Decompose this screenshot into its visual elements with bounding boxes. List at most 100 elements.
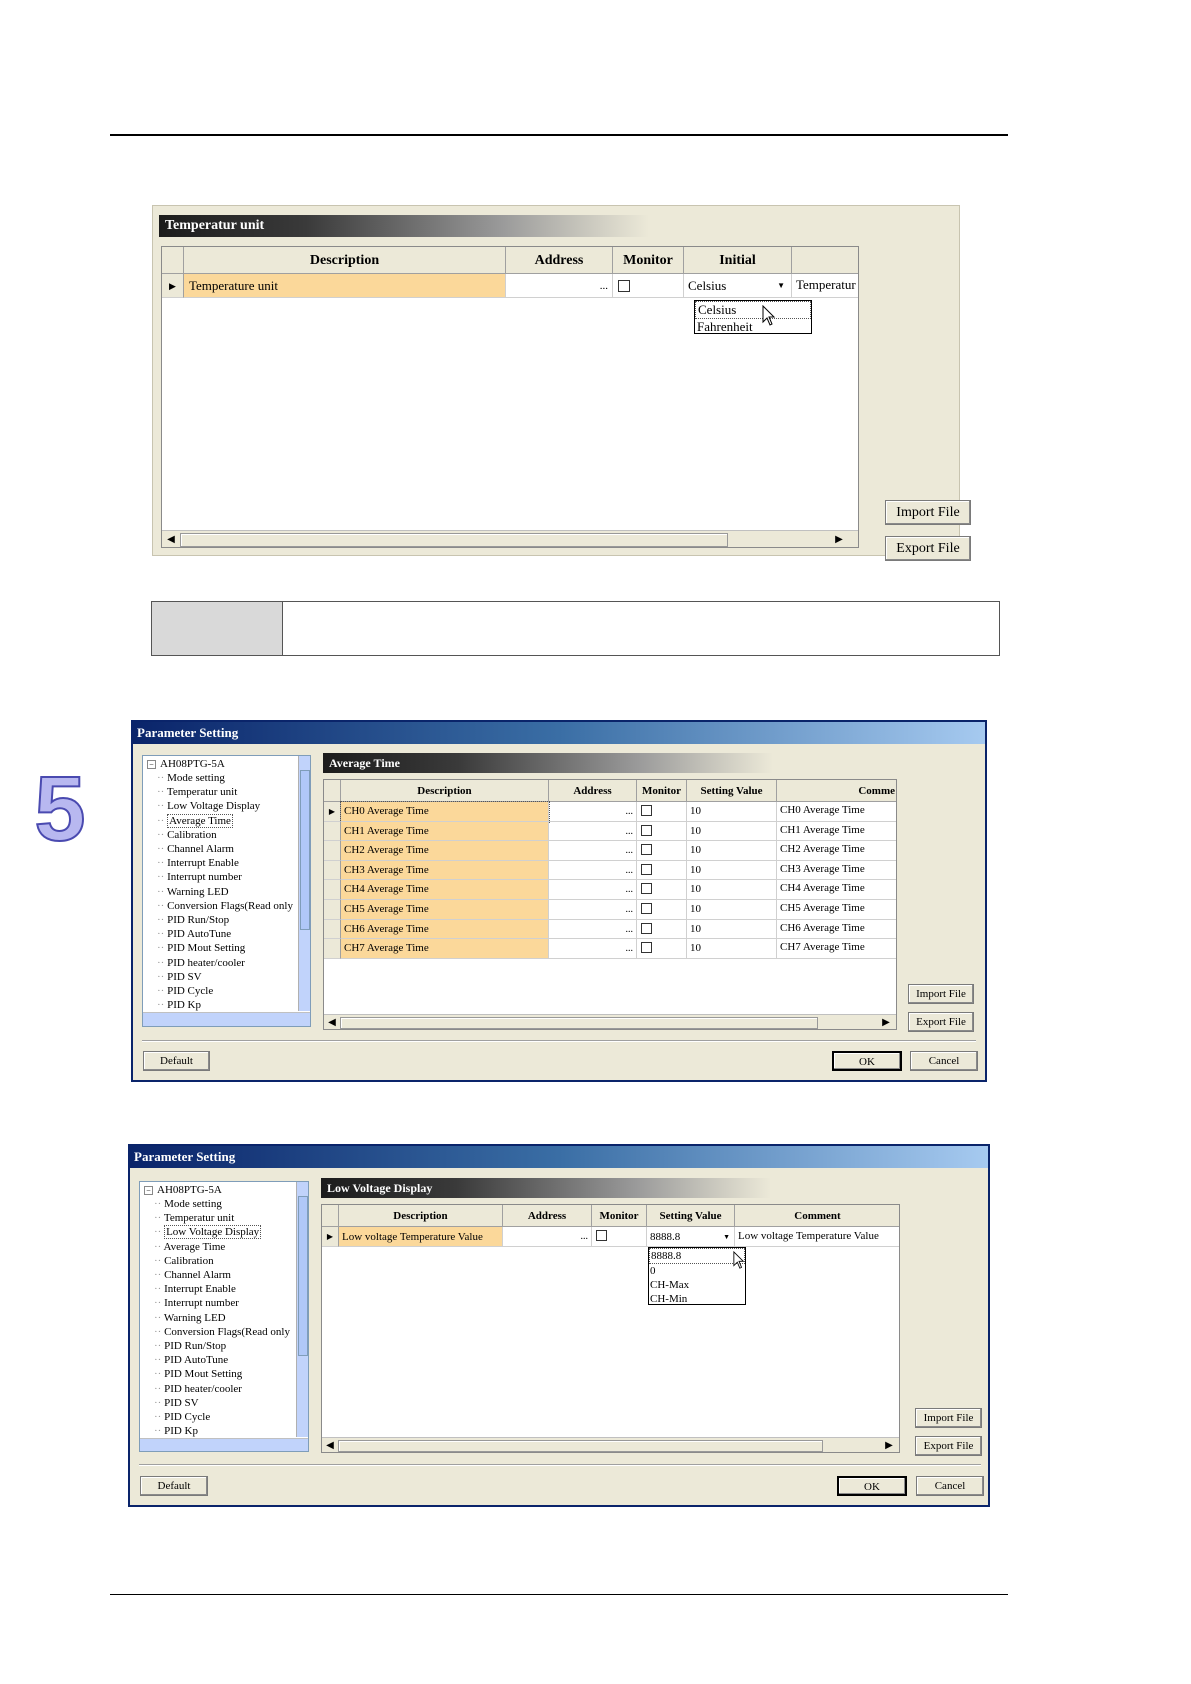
dropdown-option[interactable]: CH-Max [649,1278,745,1292]
import-file-button[interactable]: Import File [908,984,974,1004]
initial-select[interactable]: Celsius ▼ [684,274,792,298]
export-file-button[interactable]: Export File [915,1436,982,1456]
monitor-checkbox[interactable] [641,922,652,934]
tree-item[interactable]: ·· PID Cycle [154,1411,210,1423]
setting-value-select[interactable]: 8888.8 ▼ [647,1227,735,1247]
tree-item[interactable]: ·· PID Cycle [157,985,213,997]
tree-item[interactable]: ·· PID SV [157,971,202,983]
dropdown-option[interactable]: 8888.8 [649,1248,745,1264]
setting-value-cell[interactable]: 10 [687,841,777,861]
export-file-button[interactable]: Export File [908,1012,974,1032]
tree-item[interactable]: ·· Interrupt number [157,871,242,883]
address-cell[interactable]: ... [549,919,637,940]
address-browse-button[interactable]: ... [600,280,608,292]
scroll-thumb[interactable] [180,533,728,547]
address-cell[interactable]: ... [549,880,637,900]
monitor-checkbox[interactable] [641,844,652,856]
column-header-description[interactable]: Description [339,1205,503,1227]
column-header-description[interactable]: Description [184,247,506,274]
monitor-cell[interactable] [637,860,687,881]
horizontal-scrollbar[interactable]: ◀ ▶ [162,530,858,547]
address-cell[interactable]: ... [549,939,637,959]
monitor-checkbox[interactable] [618,280,630,292]
tree-item[interactable]: ·· Conversion Flags(Read only [157,900,293,912]
column-header-comment[interactable] [792,247,858,274]
column-header-address[interactable]: Address [503,1205,592,1227]
column-header-description[interactable]: Description [341,780,549,802]
row-selector[interactable] [324,939,341,959]
address-cell[interactable]: ... [549,802,637,822]
address-cell[interactable]: ... [549,900,637,920]
tree-horizontal-scrollbar[interactable] [143,1012,310,1026]
monitor-cell[interactable] [613,274,684,298]
address-browse-button[interactable]: ... [626,865,634,876]
scroll-left-icon[interactable]: ◀ [324,1440,336,1451]
horizontal-scrollbar[interactable]: ◀ ▶ [322,1437,899,1452]
monitor-checkbox[interactable] [641,805,652,816]
horizontal-scrollbar[interactable]: ◀ ▶ [324,1014,896,1029]
row-selector[interactable]: ▶ [322,1227,339,1247]
column-header-setting-value[interactable]: Setting Value [687,780,777,802]
column-header-monitor[interactable]: Monitor [637,780,687,802]
scroll-thumb[interactable] [340,1017,818,1029]
monitor-checkbox[interactable] [641,863,652,875]
address-cell[interactable]: ... [549,821,637,842]
chevron-down-icon[interactable]: ▼ [777,274,785,297]
tree-item[interactable]: ·· Warning LED [154,1312,226,1324]
row-selector[interactable]: ▶ [324,802,341,822]
tree-horizontal-scrollbar[interactable] [140,1438,308,1451]
tree-item[interactable]: ·· PID Run/Stop [154,1340,226,1352]
tree-item[interactable]: ·· PID AutoTune [157,928,231,940]
tree-item[interactable]: ·· Channel Alarm [157,843,234,855]
tree-item[interactable]: ·· Average Time [157,813,233,828]
scroll-right-icon[interactable]: ▶ [832,534,846,545]
address-browse-button[interactable]: ... [626,943,634,954]
row-selector[interactable]: ▶ [162,274,184,298]
tree-scroll-thumb[interactable] [300,770,310,930]
tree-item[interactable]: ·· PID Kp [154,1425,198,1437]
monitor-cell[interactable] [637,939,687,959]
dropdown-option[interactable]: 0 [649,1264,745,1278]
cancel-button[interactable]: Cancel [916,1476,984,1496]
chevron-down-icon[interactable]: ▼ [723,1227,730,1246]
dropdown-option[interactable]: CH-Min [649,1292,745,1306]
monitor-cell[interactable] [637,880,687,900]
tree-item[interactable]: ·· Temperatur unit [154,1212,234,1224]
scroll-right-icon[interactable]: ▶ [880,1017,892,1028]
address-cell[interactable]: ... [549,841,637,861]
column-header-address[interactable]: Address [549,780,637,802]
tree-item[interactable]: ·· Interrupt number [154,1297,239,1309]
tree-item[interactable]: ·· PID heater/cooler [157,957,245,969]
address-browse-button[interactable]: ... [626,904,634,915]
tree-item[interactable]: ·· PID SV [154,1397,199,1409]
tree-collapse-icon[interactable]: − [144,1186,153,1195]
tree-item[interactable]: ·· Warning LED [157,886,229,898]
monitor-checkbox[interactable] [596,1230,607,1241]
tree-item[interactable]: ·· Calibration [157,829,217,841]
tree-item[interactable]: ·· PID AutoTune [154,1354,228,1366]
setting-value-cell[interactable]: 10 [687,821,777,842]
tree-scroll-thumb[interactable] [298,1196,308,1356]
monitor-checkbox[interactable] [641,824,652,836]
tree-item[interactable]: ·· Conversion Flags(Read only [154,1326,290,1338]
tree-vertical-scrollbar[interactable] [296,1182,308,1437]
address-browse-button[interactable]: ... [626,806,634,817]
ok-button[interactable]: OK [832,1051,902,1071]
monitor-checkbox[interactable] [641,883,652,895]
tree-root[interactable]: − AH08PTG-5A [147,758,225,770]
tree-item[interactable]: ·· Mode setting [157,772,225,784]
tree-item[interactable]: ·· PID Kp [157,999,201,1011]
tree-collapse-icon[interactable]: − [147,760,156,769]
dropdown-option-fahrenheit[interactable]: Fahrenheit [695,319,811,335]
tree-item[interactable]: ·· PID heater/cooler [154,1383,242,1395]
row-selector[interactable] [324,860,341,881]
tree-item[interactable]: ·· Low Voltage Display [154,1225,262,1240]
row-selector[interactable] [324,919,341,940]
default-button[interactable]: Default [143,1051,210,1071]
tree-item[interactable]: ·· Channel Alarm [154,1269,231,1281]
column-header-monitor[interactable]: Monitor [613,247,684,274]
setting-value-cell[interactable]: 10 [687,939,777,959]
row-selector[interactable] [324,821,341,842]
setting-value-cell[interactable]: 10 [687,860,777,881]
tree-item[interactable]: ·· PID Run/Stop [157,914,229,926]
